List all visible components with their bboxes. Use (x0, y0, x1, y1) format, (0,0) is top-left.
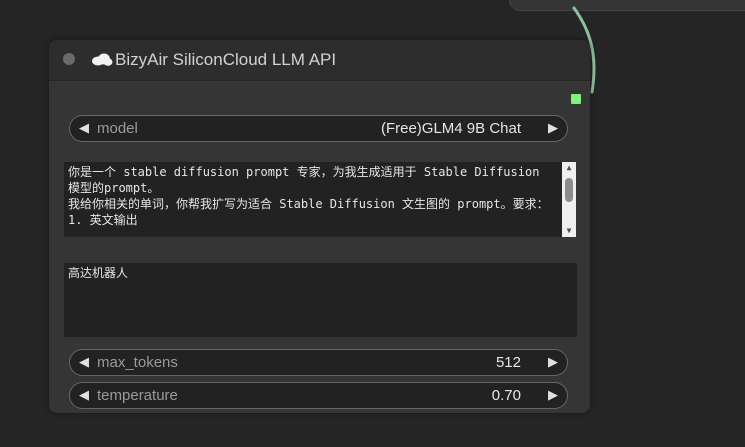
temperature-increment-icon[interactable]: ▶ (548, 387, 558, 403)
max-tokens-label: max_tokens (97, 354, 178, 371)
cloud-icon (92, 53, 113, 66)
node-title-bar[interactable]: BizyAir SiliconCloud LLM API (49, 40, 590, 81)
temperature-value: 0.70 (491, 387, 521, 404)
user-prompt-textarea[interactable]: 高达机器人 (64, 263, 577, 337)
textarea-scrollbar[interactable]: ▲ ▼ (562, 162, 576, 237)
max-tokens-stepper[interactable]: ◀ max_tokens 512 ▶ (69, 349, 568, 376)
max-tokens-decrement-icon[interactable]: ◀ (79, 354, 89, 370)
scroll-down-arrow-icon[interactable]: ▼ (562, 225, 576, 237)
system-prompt-line: 我给你相关的单词，你帮我扩写为适合 Stable Diffusion 文生图的 … (68, 197, 549, 211)
system-prompt-line: 1. 英文输出 (68, 213, 138, 227)
system-prompt-textarea[interactable]: 你是一个 stable diffusion prompt 专家，为我生成适用于 … (64, 162, 576, 237)
collapse-toggle[interactable] (63, 53, 75, 65)
output-slot[interactable] (571, 94, 581, 104)
temperature-label: temperature (97, 387, 178, 404)
graph-canvas[interactable]: BizyAir SiliconCloud LLM API ◀ model (Fr… (0, 0, 745, 447)
model-value: (Free)GLM4 9B Chat (380, 120, 521, 137)
system-prompt-line: 你是一个 stable diffusion prompt 专家，为我生成适用于 … (68, 165, 547, 195)
model-prev-arrow-icon[interactable]: ◀ (79, 120, 89, 136)
node-title: BizyAir SiliconCloud LLM API (115, 50, 337, 69)
max-tokens-value: 512 (495, 354, 521, 371)
temperature-stepper[interactable]: ◀ temperature 0.70 ▶ (69, 382, 568, 409)
model-combo[interactable]: ◀ model (Free)GLM4 9B Chat ▶ (69, 115, 568, 142)
temperature-decrement-icon[interactable]: ◀ (79, 387, 89, 403)
scroll-up-arrow-icon[interactable]: ▲ (562, 162, 576, 174)
model-next-arrow-icon[interactable]: ▶ (548, 120, 558, 136)
llm-api-node[interactable]: BizyAir SiliconCloud LLM API ◀ model (Fr… (49, 40, 590, 413)
max-tokens-increment-icon[interactable]: ▶ (548, 354, 558, 370)
scroll-thumb[interactable] (565, 178, 573, 202)
user-prompt-text: 高达机器人 (68, 266, 129, 280)
model-label: model (97, 120, 138, 137)
